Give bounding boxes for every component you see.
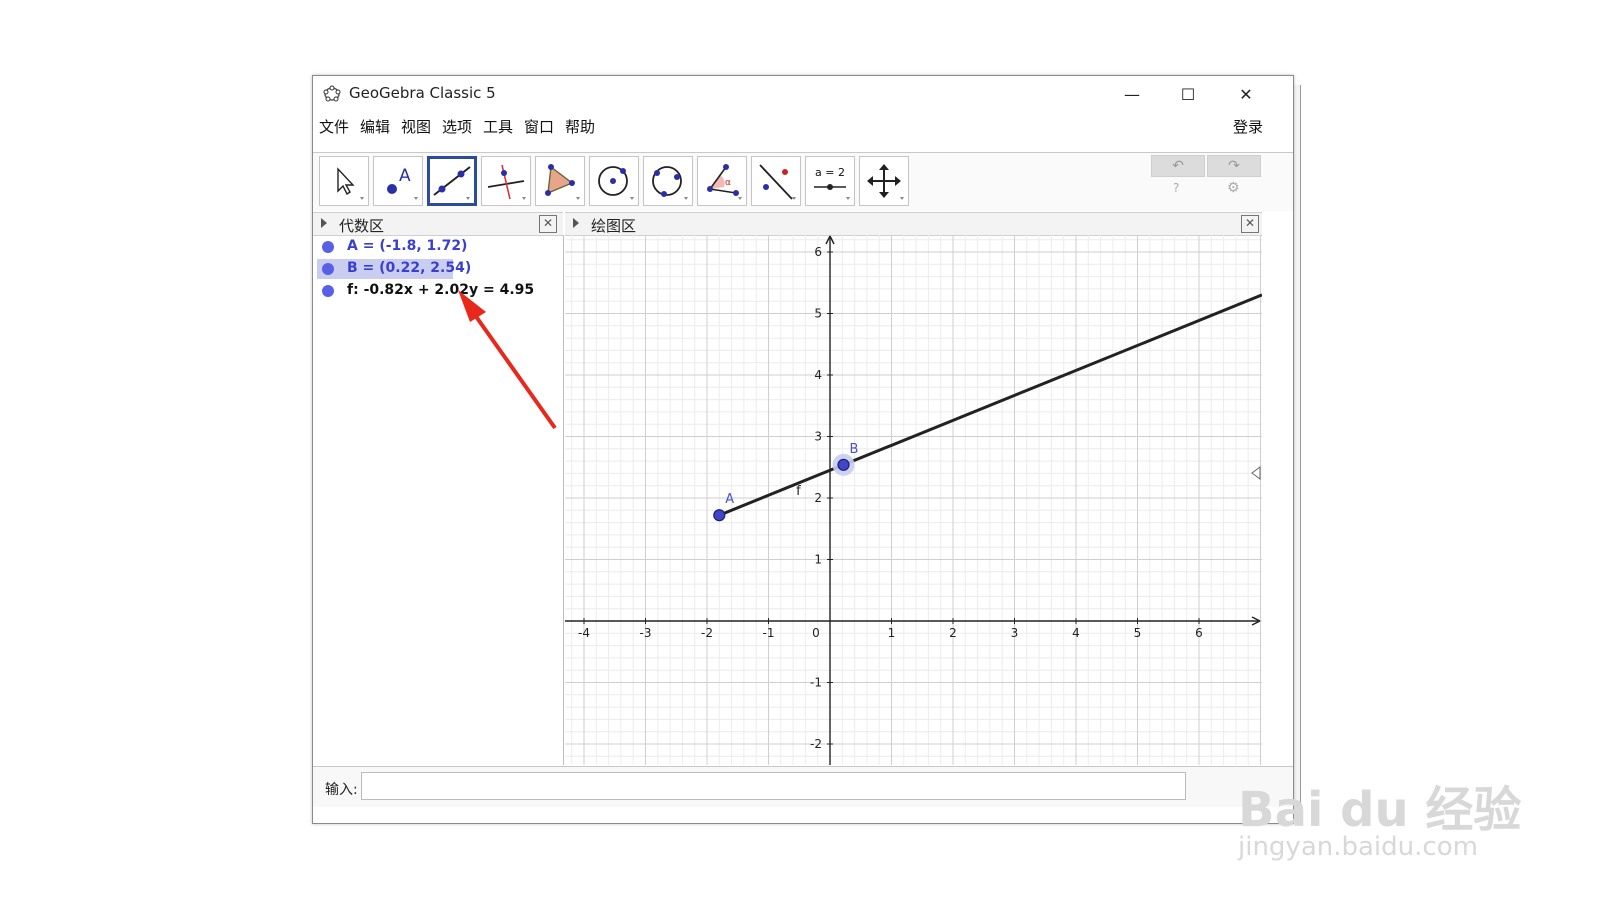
arrow-head — [458, 290, 486, 322]
annotation-arrow — [458, 290, 557, 430]
baidu-watermark-url: jingyan.baidu.com — [1238, 832, 1478, 862]
baidu-watermark-logo: Bai du 经验 — [1238, 782, 1522, 838]
arrow-shaft — [468, 306, 557, 430]
